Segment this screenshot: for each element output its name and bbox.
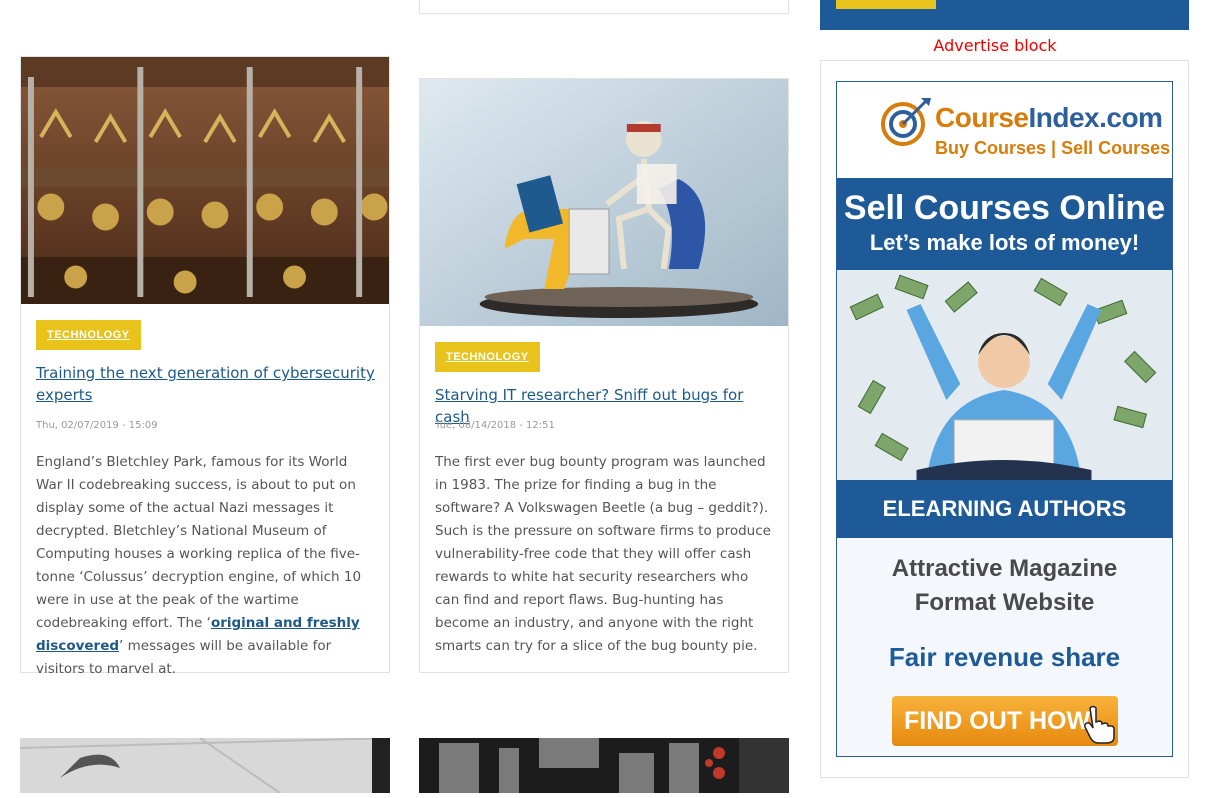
course-index-ad[interactable]: CourseIndex.com Buy Courses | Sell Cours… xyxy=(836,81,1173,757)
logo-index: Index.com xyxy=(1028,102,1163,133)
article-card-4[interactable] xyxy=(419,738,789,798)
logo-course: Course xyxy=(935,102,1029,133)
article-image-bird-shadow[interactable] xyxy=(20,738,390,793)
ad-hero-image xyxy=(837,270,1172,480)
ad-feature-line-2: Format Website xyxy=(914,589,1095,616)
target-logo-icon xyxy=(881,98,931,146)
category-badge[interactable]: TECHNOLOGY xyxy=(36,320,141,350)
article-teaser: England’s Bletchley Park, famous for its… xyxy=(36,451,376,681)
article-image-skeleton[interactable] xyxy=(420,79,788,326)
advertise-block-label: Advertise block xyxy=(933,36,1057,55)
article-image-bletchley[interactable] xyxy=(21,57,389,304)
ad-logo-area: CourseIndex.com Buy Courses | Sell Cours… xyxy=(837,82,1172,178)
find-out-how-button[interactable]: FIND OUT HOW xyxy=(892,696,1118,746)
ad-authors-band: ELEARNING AUTHORS NEEDED! xyxy=(837,480,1172,579)
ad-top-banner[interactable] xyxy=(820,0,1189,30)
article-teaser: The first ever bug bounty program was la… xyxy=(435,454,771,654)
article-card-3[interactable] xyxy=(20,738,390,798)
cta-label: FIND OUT HOW xyxy=(904,707,1091,735)
article-title-link[interactable]: Training the next generation of cybersec… xyxy=(36,362,376,406)
article-date: Tue, 08/14/2018 - 12:51 xyxy=(435,420,555,431)
ad-logo-text: CourseIndex.com xyxy=(935,102,1163,134)
ad-feature-line-3: Fair revenue share xyxy=(888,642,1121,672)
ad-top-button[interactable] xyxy=(836,0,936,9)
category-badge[interactable]: TECHNOLOGY xyxy=(435,342,540,372)
article-date: Thu, 02/07/2019 - 15:09 xyxy=(36,420,158,431)
teaser-text: England’s Bletchley Park, famous for its… xyxy=(36,454,362,631)
previous-card-bottom xyxy=(419,0,789,14)
ad-subheadline: Let’s make lots of money! xyxy=(869,230,1140,255)
ad-headline: Sell Courses Online xyxy=(843,189,1166,227)
article-image-motherboard[interactable] xyxy=(419,738,789,793)
ad-logo-subtitle: Buy Courses | Sell Courses xyxy=(935,138,1171,158)
ad-feature-line-1: Attractive Magazine xyxy=(891,555,1118,582)
article-card-1: TECHNOLOGY Training the next generation … xyxy=(20,56,390,677)
article-card-2: TECHNOLOGY Starving IT researcher? Sniff… xyxy=(419,78,789,673)
cursor-hand-icon xyxy=(1084,705,1115,744)
ad-headline-band: Sell Courses Online Let’s make lots of m… xyxy=(837,178,1172,270)
